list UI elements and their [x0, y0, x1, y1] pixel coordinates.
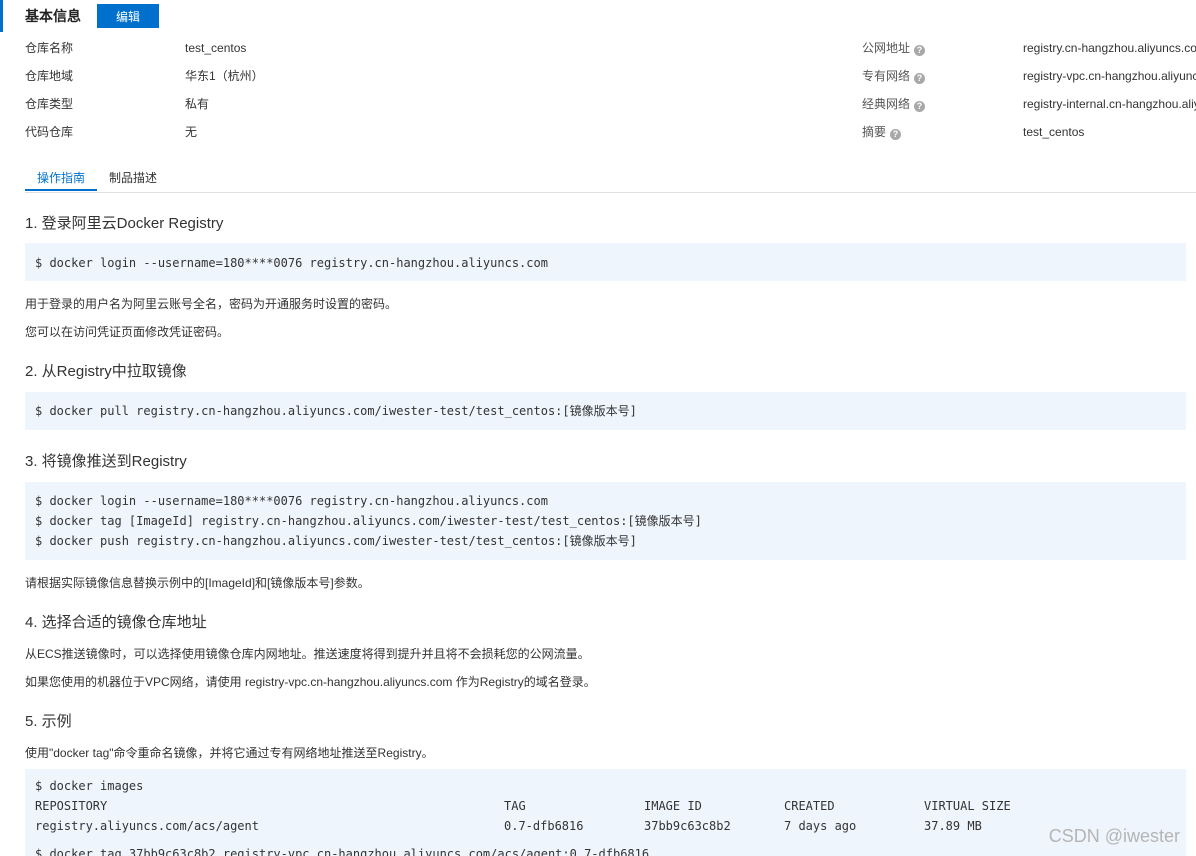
- note-text: 使用"docker tag"命令重命名镜像，并将它通过专有网络地址推送至Regi…: [25, 746, 434, 760]
- code-line: $ docker tag [ImageId] registry.cn-hangz…: [35, 514, 702, 528]
- info-label-text: 公网地址: [862, 41, 911, 55]
- table-header-virtual-size: VIRTUAL SIZE: [924, 799, 1011, 813]
- tab-bar: 操作指南 制品描述: [25, 168, 1196, 193]
- table-header-repository: REPOSITORY: [35, 799, 108, 813]
- table-header-created: CREATED: [784, 799, 835, 813]
- note-text: 用于登录的用户名为阿里云账号全名，密码为开通服务时设置的密码。: [25, 297, 398, 311]
- info-value-region: 华东1（杭州）: [185, 69, 264, 83]
- section-1-title: 1. 登录阿里云Docker Registry: [25, 215, 224, 232]
- table-cell-virtual-size: 37.89 MB: [924, 819, 982, 833]
- code-line: $ docker pull registry.cn-hangzhou.aliyu…: [35, 404, 637, 418]
- section-header: 基本信息 编辑: [25, 4, 159, 28]
- table-header-tag: TAG: [504, 799, 526, 813]
- section-title: 基本信息: [25, 8, 81, 24]
- watermark: CSDN @iwester: [1048, 826, 1180, 846]
- info-label-region: 仓库地域: [25, 69, 74, 83]
- info-label-code-repo: 代码仓库: [25, 125, 74, 139]
- info-value-digest: test_centos: [1023, 125, 1085, 139]
- code-line: $ docker login --username=180****0076 re…: [35, 256, 548, 270]
- tab-description[interactable]: 制品描述: [97, 168, 169, 191]
- note-text: 您可以在访问凭证页面修改凭证密码。: [25, 325, 230, 339]
- info-value-code-repo: 无: [185, 125, 198, 139]
- code-block-example: $ docker images REPOSITORY TAG IMAGE ID …: [25, 769, 1186, 856]
- info-value-vpc: registry-vpc.cn-hangzhou.aliyuncs.com: [1023, 69, 1196, 83]
- info-label-classic: 经典网络?: [862, 96, 926, 112]
- info-value-repo-name: test_centos: [185, 41, 247, 55]
- note-text: 请根据实际镜像信息替换示例中的[ImageId]和[镜像版本号]参数。: [25, 576, 370, 590]
- help-icon[interactable]: ?: [914, 45, 926, 56]
- info-value-classic: registry-internal.cn-hangzhou.aliyuncs.c…: [1023, 97, 1196, 111]
- info-label-text: 专有网络: [862, 69, 911, 83]
- note-text: 从ECS推送镜像时，可以选择使用镜像仓库内网地址。推送速度将得到提升并且将不会损…: [25, 647, 590, 661]
- code-block-pull: $ docker pull registry.cn-hangzhou.aliyu…: [25, 392, 1186, 430]
- table-cell-repository: registry.aliyuncs.com/acs/agent: [35, 819, 259, 833]
- code-line: $ docker images: [35, 779, 144, 793]
- table-cell-created: 7 days ago: [784, 819, 857, 833]
- section-4-title: 4. 选择合适的镜像仓库地址: [25, 614, 207, 631]
- tab-guide[interactable]: 操作指南: [25, 168, 98, 191]
- info-label-public-address: 公网地址?: [862, 40, 926, 56]
- code-line: $ docker push registry.cn-hangzhou.aliyu…: [35, 534, 637, 548]
- help-icon[interactable]: ?: [914, 73, 926, 84]
- info-label-digest: 摘要?: [862, 124, 902, 140]
- code-block-push: $ docker login --username=180****0076 re…: [25, 482, 1186, 560]
- code-block-login: $ docker login --username=180****0076 re…: [25, 243, 1186, 281]
- help-icon[interactable]: ?: [890, 129, 902, 140]
- code-line-partial: $ docker tag 37bb9c63c8b2 registry-vpc.c…: [35, 847, 650, 856]
- section-accent-bar: [0, 0, 3, 32]
- help-icon[interactable]: ?: [914, 101, 926, 112]
- info-label-text: 经典网络: [862, 97, 911, 111]
- info-label-text: 摘要: [862, 125, 887, 139]
- section-5-title: 5. 示例: [25, 713, 72, 730]
- section-3-title: 3. 将镜像推送到Registry: [25, 453, 187, 470]
- info-label-repo-name: 仓库名称: [25, 41, 74, 55]
- table-header-image-id: IMAGE ID: [644, 799, 702, 813]
- note-text: 如果您使用的机器位于VPC网络，请使用 registry-vpc.cn-hang…: [25, 675, 596, 689]
- info-label-vpc: 专有网络?: [862, 68, 926, 84]
- info-value-public-address: registry.cn-hangzhou.aliyuncs.com: [1023, 41, 1196, 55]
- table-cell-tag: 0.7-dfb6816: [504, 819, 584, 833]
- section-2-title: 2. 从Registry中拉取镜像: [25, 363, 187, 380]
- code-line: $ docker login --username=180****0076 re…: [35, 494, 548, 508]
- info-label-repo-type: 仓库类型: [25, 97, 74, 111]
- table-cell-image-id: 37bb9c63c8b2: [644, 819, 731, 833]
- info-value-repo-type: 私有: [185, 97, 210, 111]
- edit-button[interactable]: 编辑: [97, 4, 159, 28]
